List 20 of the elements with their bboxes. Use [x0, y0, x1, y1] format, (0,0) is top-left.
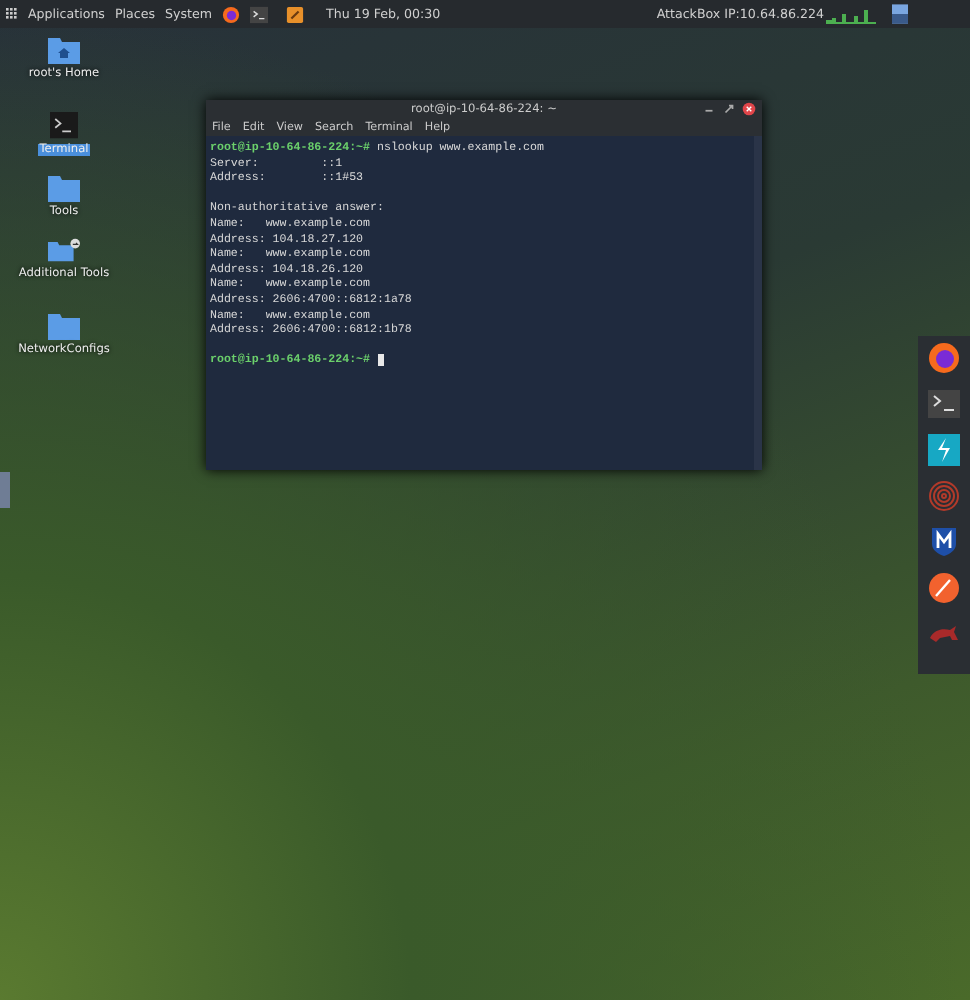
terminal-icon[interactable]	[249, 5, 268, 23]
browser-icon[interactable]	[221, 5, 240, 23]
folder-icon[interactable]	[48, 174, 80, 202]
folder-icon[interactable]	[48, 312, 80, 340]
shield-icon[interactable]	[928, 526, 960, 558]
apps-grid-icon[interactable]	[6, 8, 18, 20]
lightning-icon[interactable]	[928, 434, 960, 466]
home-folder-icon[interactable]	[48, 36, 80, 64]
text-cursor	[377, 353, 384, 366]
network-graph-icon	[826, 4, 882, 24]
terminal-icon[interactable]	[48, 112, 80, 140]
close-icon[interactable]	[742, 102, 756, 116]
side-panel-handle[interactable]	[0, 472, 10, 508]
folder-link-icon[interactable]	[48, 236, 80, 264]
maximize-icon[interactable]	[722, 102, 736, 116]
feather-icon[interactable]	[928, 572, 960, 604]
editor-icon[interactable]	[285, 5, 304, 23]
terminal-icon[interactable]	[928, 388, 960, 420]
workspace-icon[interactable]	[892, 2, 908, 26]
browser-icon[interactable]	[928, 342, 960, 374]
